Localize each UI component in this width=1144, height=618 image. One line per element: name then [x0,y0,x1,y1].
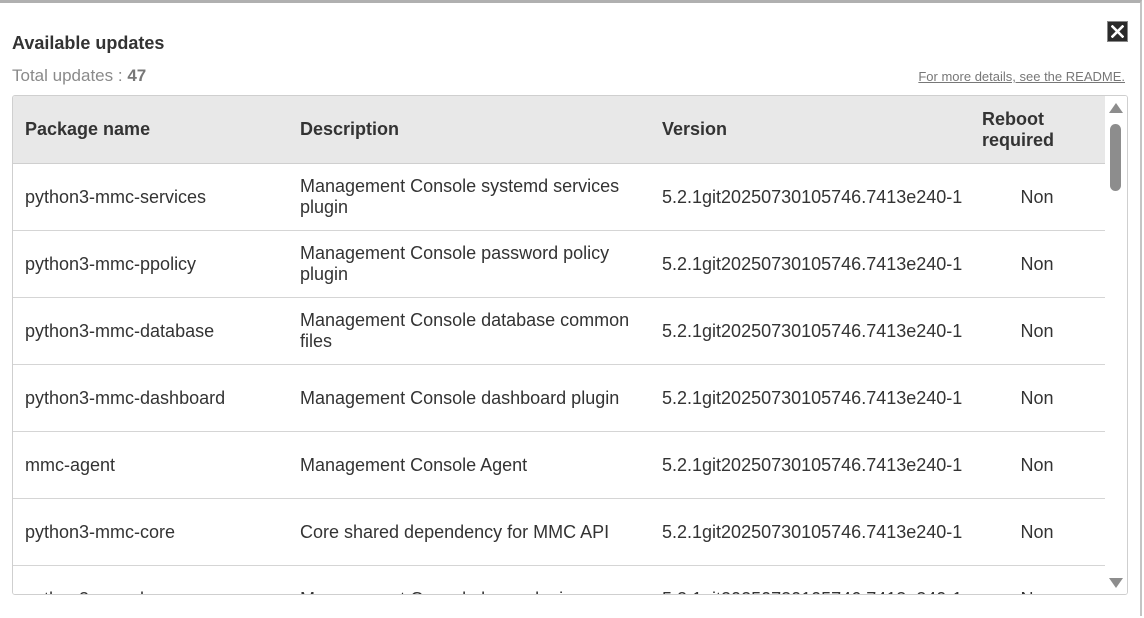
scrollbar[interactable] [1105,96,1127,594]
cell-reboot-required: Non [973,566,1101,595]
table-row[interactable]: python3-mmc-ppolicy Management Console pa… [13,231,1105,298]
cell-package-name: mmc-agent [25,454,116,475]
table-header: Package name Description Version Reboot … [13,96,1105,164]
header-reboot-required[interactable]: Reboot required [982,96,1110,163]
updates-table: Package name Description Version Reboot … [12,95,1128,595]
cell-description: Management Console dashboard plugin [300,387,620,408]
updates-dialog: Available updates Total updates : 47 For… [0,0,1142,616]
dialog-title: Available updates [12,33,165,53]
cell-description: Management Console Agent [300,454,528,475]
cell-package-name: python3-mmc-base [25,566,295,595]
table-row[interactable]: mmc-agent Management Console Agent 5.2.1gi… [13,432,1105,499]
close-button[interactable] [1107,21,1128,42]
total-updates-count: 47 [127,66,147,85]
total-updates: Total updates : 47 [12,66,146,86]
cell-description: Management Console password policy plugi… [300,243,610,284]
cell-reboot-required: Non [1020,454,1054,475]
cell-package-name: python3-mmc-core [25,521,176,542]
cell-description: Management Console base plugin [300,566,645,595]
cell-version: 5.2.1git20250730105746.7413e240-1 [662,521,963,542]
cell-version: 5.2.1git20250730105746.7413e240-1 [662,454,963,475]
table-row[interactable]: python3-mmc-baseManagement Console base … [13,566,1105,595]
cell-package-name: python3-mmc-database [25,320,215,341]
scroll-down-arrow-icon[interactable] [1109,578,1123,588]
cell-version: 5.2.1git20250730105746.7413e240-1 [662,566,967,595]
cell-description: Management Console database common files [300,310,630,351]
cell-reboot-required: Non [1020,320,1054,341]
table-row[interactable]: python3-mmc-database Management Console d… [13,298,1105,365]
header-reboot-required-label: Reboot required [982,108,1055,150]
cell-reboot-required: Non [1020,253,1054,274]
table-row[interactable]: python3-mmc-dashboard Management Console … [13,365,1105,432]
readme-link[interactable]: For more details, see the README. [918,69,1125,84]
cell-reboot-required: Non [1020,521,1054,542]
cell-version: 5.2.1git20250730105746.7413e240-1 [662,387,963,408]
cell-reboot-required: Non [1020,387,1054,408]
header-description[interactable]: Description [300,96,645,163]
table-row[interactable]: python3-mmc-services Management Console s… [13,164,1105,231]
cell-version: 5.2.1git20250730105746.7413e240-1 [662,253,963,274]
cell-version: 5.2.1git20250730105746.7413e240-1 [662,320,963,341]
scroll-up-arrow-icon[interactable] [1109,103,1123,113]
total-updates-label: Total updates : [12,66,123,85]
close-icon [1111,25,1124,38]
cell-description: Core shared dependency for MMC API [300,521,610,542]
cell-reboot-required: Non [1020,186,1054,207]
cell-package-name: python3-mmc-ppolicy [25,253,197,274]
scroll-thumb[interactable] [1110,124,1121,191]
table-row[interactable]: python3-mmc-core Core shared dependency f… [13,499,1105,566]
cell-description: Management Console systemd services plug… [300,176,620,217]
cell-version: 5.2.1git20250730105746.7413e240-1 [662,186,963,207]
cell-package-name: python3-mmc-services [25,186,207,207]
header-version[interactable]: Version [662,96,967,163]
header-package-name[interactable]: Package name [25,96,295,163]
cell-package-name: python3-mmc-dashboard [25,387,226,408]
